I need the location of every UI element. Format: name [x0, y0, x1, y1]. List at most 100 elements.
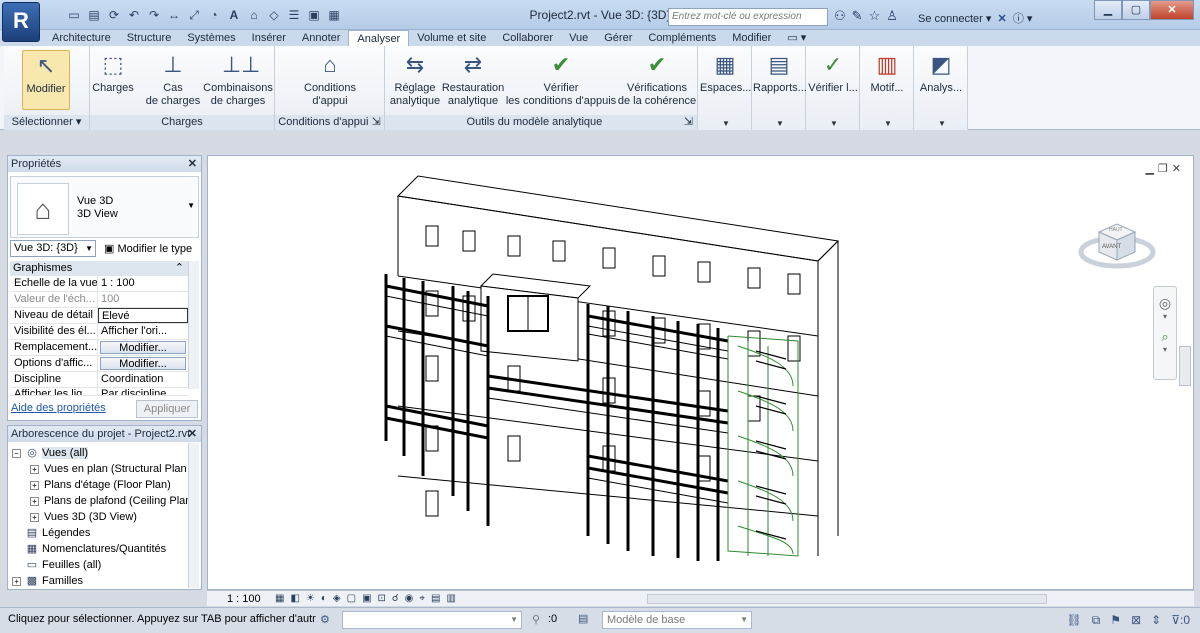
temp-hide-icon[interactable]: ☌: [392, 593, 399, 604]
restauration-analytique-button[interactable]: ⇄ Restauration analytique: [441, 50, 505, 108]
crop-view-icon[interactable]: ▢: [347, 593, 356, 604]
rapports-dropdown[interactable]: ▼: [776, 119, 784, 128]
undo-icon[interactable]: ↶: [126, 7, 142, 23]
panel-outils-label[interactable]: Outils du modèle analytique ⇲: [385, 115, 697, 130]
browser-close-icon[interactable]: ✕: [188, 426, 197, 442]
panel-conditions-appui-label[interactable]: Conditions d'appui ⇲: [275, 115, 384, 130]
minimize-button[interactable]: ▁: [1094, 0, 1122, 20]
edit-type-button[interactable]: ▣ Modifier le type: [104, 242, 192, 255]
verifier-dropdown[interactable]: ▼: [830, 119, 838, 128]
select-pinned-icon[interactable]: ⚑: [1110, 613, 1121, 628]
tree-node[interactable]: + Plans de plafond (Ceiling Plan: [30, 493, 191, 509]
tab-architecture[interactable]: Architecture: [44, 30, 119, 46]
expand-icon[interactable]: +: [12, 577, 21, 586]
tab-volume-et-site[interactable]: Volume et site: [409, 30, 494, 46]
tab-gerer[interactable]: Gérer: [596, 30, 640, 46]
application-menu-button[interactable]: R: [2, 2, 40, 42]
subscription-icon[interactable]: ✎: [852, 8, 863, 24]
3d-viewport[interactable]: ▁❐✕ HAUT AVANT ◎ ▾ ⌕ ▾: [207, 155, 1194, 590]
properties-close-icon[interactable]: ✕: [188, 156, 197, 172]
graphismes-section[interactable]: Graphismes ⌃: [10, 261, 188, 276]
overrides-modify-button[interactable]: Modifier...: [100, 341, 186, 354]
sun-path-icon[interactable]: ☀: [306, 593, 315, 604]
render-icon[interactable]: ◈: [333, 593, 341, 604]
binoculars-icon[interactable]: ⚇: [834, 8, 846, 24]
tree-node[interactable]: + Vues 3D (3D View): [30, 509, 137, 525]
panel-selectionner-label[interactable]: Sélectionner ▾: [4, 115, 89, 130]
shadows-icon[interactable]: ◐: [321, 593, 327, 604]
signin-button[interactable]: Se connecter ▾ ✕ ⓘ ▾: [918, 10, 1032, 26]
rapports-button[interactable]: ▤ Rapports...: [753, 50, 807, 95]
tab-vue[interactable]: Vue: [561, 30, 596, 46]
analys-button[interactable]: ◩ Analys...: [915, 50, 967, 95]
tree-node-legendes[interactable]: ▤ Légendes: [26, 525, 91, 541]
tree-node-vues-all[interactable]: − ◎ Vues (all): [12, 445, 89, 461]
search-input[interactable]: Entrez mot-clé ou expression: [668, 8, 828, 26]
view-scale[interactable]: 1 : 100: [227, 593, 269, 605]
select-by-face-icon[interactable]: ⊠: [1131, 613, 1141, 628]
tree-node-feuilles[interactable]: ▭ Feuilles (all): [26, 557, 102, 573]
building-model[interactable]: [208, 156, 1195, 591]
tree-node[interactable]: + Vues en plan (Structural Plan: [30, 461, 187, 477]
browser-scrollbar[interactable]: [188, 443, 199, 588]
workset-icon[interactable]: ⚙: [320, 613, 330, 626]
tag-icon[interactable]: ◔: [206, 7, 222, 23]
sync-icon[interactable]: ⟳: [106, 7, 122, 23]
motif-dropdown[interactable]: ▼: [884, 119, 892, 128]
save-icon[interactable]: ▤: [86, 7, 102, 23]
section-icon[interactable]: ◇: [266, 7, 282, 23]
filter-icon[interactable]: ⊽:0: [1171, 613, 1190, 628]
tree-node-familles[interactable]: + ▩ Familles: [12, 573, 83, 589]
tree-node[interactable]: + Plans d'étage (Floor Plan): [30, 477, 171, 493]
apply-button[interactable]: Appliquer: [136, 400, 198, 418]
select-underlay-icon[interactable]: ⧉: [1092, 613, 1101, 628]
workset-select[interactable]: ▼: [342, 611, 522, 629]
properties-scrollbar[interactable]: [188, 261, 199, 389]
tab-inserer[interactable]: Insérer: [244, 30, 294, 46]
tab-annoter[interactable]: Annoter: [294, 30, 349, 46]
view-instance-select[interactable]: Vue 3D: {3D} ▼: [10, 240, 96, 257]
tab-modifier[interactable]: Modifier: [724, 30, 779, 46]
tree-node-nomenclatures[interactable]: ▦ Nomenclatures/Quantités: [26, 541, 166, 557]
verifier-conditions-button[interactable]: ✔ Vérifier les conditions d'appuis: [505, 50, 617, 108]
design-options-icon[interactable]: ▤: [578, 612, 588, 625]
measure-icon[interactable]: ↔: [166, 7, 182, 23]
reglage-analytique-button[interactable]: ⇆ Réglage analytique: [387, 50, 443, 108]
verifications-coherence-button[interactable]: ✔ Vérifications de la cohérence: [617, 50, 697, 108]
editable-only-icon[interactable]: ⚲: [532, 613, 540, 626]
expand-icon[interactable]: +: [30, 513, 39, 522]
switch-windows-icon[interactable]: ▦: [326, 7, 342, 23]
user-icon[interactable]: ♙: [886, 8, 898, 24]
maximize-button[interactable]: ▢: [1122, 0, 1150, 20]
drag-elements-icon[interactable]: ⇕: [1151, 613, 1161, 628]
design-option-select[interactable]: Modèle de base ▼: [602, 611, 752, 629]
viewcube[interactable]: HAUT AVANT: [1077, 212, 1157, 274]
analys-dropdown[interactable]: ▼: [938, 119, 946, 128]
expand-icon[interactable]: +: [30, 465, 39, 474]
lock-3d-icon[interactable]: ⊡: [378, 593, 386, 604]
thin-lines-icon[interactable]: ☰: [286, 7, 302, 23]
help-icon[interactable]: ⓘ: [1013, 13, 1024, 25]
properties-help-link[interactable]: Aide des propriétés: [11, 402, 106, 414]
motif-button[interactable]: ▥ Motif...: [861, 50, 913, 95]
detail-level-field[interactable]: Elevé: [98, 308, 188, 323]
viewport-horizontal-scrollbar[interactable]: [647, 594, 1047, 604]
visual-style-icon[interactable]: ◧: [290, 593, 299, 604]
close-hidden-icon[interactable]: ▣: [306, 7, 322, 23]
show-crop-icon[interactable]: ▣: [362, 593, 371, 604]
verifier-l-button[interactable]: ✓ Vérifier l...: [807, 50, 859, 95]
analytical-model-icon[interactable]: ⌖: [419, 593, 425, 604]
reveal-hidden-icon[interactable]: ◉: [405, 593, 414, 604]
type-selector[interactable]: ⌂ Vue 3D 3D View ▼: [10, 176, 199, 238]
expand-icon[interactable]: +: [30, 481, 39, 490]
tab-analyser[interactable]: Analyser: [348, 30, 410, 47]
espaces-dropdown[interactable]: ▼: [722, 119, 730, 128]
display-options-modify-button[interactable]: Modifier...: [100, 357, 186, 370]
detail-level-icon[interactable]: ▦: [275, 593, 284, 604]
tab-structure[interactable]: Structure: [119, 30, 180, 46]
tab-systemes[interactable]: Systèmes: [179, 30, 243, 46]
dimension-icon[interactable]: ⤢: [186, 7, 202, 23]
charges-button[interactable]: ⬚ Charges: [92, 50, 134, 95]
type-selector-dropdown-icon[interactable]: ▼: [187, 201, 195, 210]
highlight-displacement-icon[interactable]: ▤: [431, 593, 440, 604]
